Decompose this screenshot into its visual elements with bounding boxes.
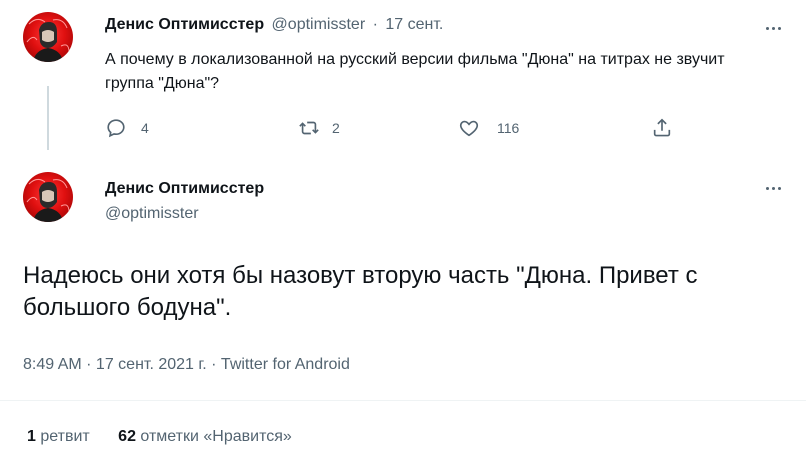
likes-label: отметки «Нравится» [140,428,292,445]
parent-separator: · [372,16,378,33]
likes-stat[interactable]: 62 отметки «Нравится» [118,428,292,445]
reply-count: 4 [141,120,149,136]
parent-avatar[interactable] [23,12,73,62]
retweets-label: ретвит [40,428,90,445]
main-display-name[interactable]: Денис Оптимисстер [105,180,264,198]
retweet-button[interactable]: 2 [298,117,340,139]
reply-button[interactable]: 4 [105,117,149,139]
parent-date[interactable]: 17 сент. [385,16,443,33]
main-avatar[interactable] [23,172,73,222]
like-button[interactable]: 116 [458,117,519,139]
thread-connector [47,86,49,150]
main-handle[interactable]: @optimisster [105,205,199,223]
parent-tweet-text: А почему в локализованной на русский вер… [105,51,725,92]
main-tweet-text: Надеюсь они хотя бы назовут вторую часть… [23,262,698,321]
tweet-stats: 1 ретвит 62 отметки «Нравится» [27,428,292,446]
main-more-icon[interactable] [761,176,785,200]
retweet-icon [299,121,319,135]
retweets-number: 1 [27,428,36,445]
retweets-stat[interactable]: 1 ретвит [27,428,94,445]
share-button[interactable] [651,117,673,139]
like-count: 116 [497,120,520,136]
avatar-portrait-icon [26,178,70,222]
reply-icon [107,119,125,138]
avatar-portrait-icon [26,18,70,62]
divider-top [0,400,806,401]
parent-handle[interactable]: @optimisster [272,16,366,33]
parent-display-name[interactable]: Денис Оптимисстер [105,16,264,33]
like-icon [459,120,479,137]
tweet-meta: 8:49 AM · 17 сент. 2021 г. · Twitter for… [23,356,350,373]
likes-number: 62 [118,428,136,445]
share-icon [653,118,671,137]
retweet-count: 2 [332,120,340,136]
parent-tweet-header: Денис Оптимисстер @optimisster · 17 сент… [105,16,443,34]
parent-more-icon[interactable] [761,16,785,40]
